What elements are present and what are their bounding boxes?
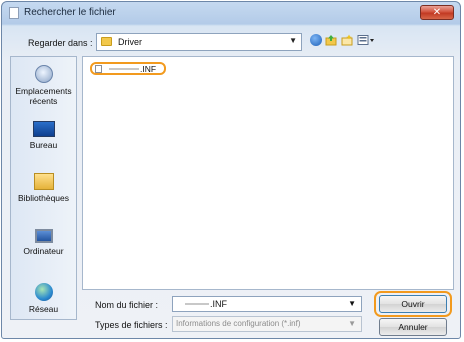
place-label: Bureau [29,140,58,150]
folder-icon [101,37,112,46]
chevron-down-icon[interactable]: ▼ [289,36,297,45]
place-recent[interactable]: Emplacements récents [11,65,76,106]
recent-places-icon [34,65,53,83]
desktop-icon [32,121,55,137]
place-libraries[interactable]: Bibliothèques [11,173,76,203]
file-name-redacted [109,68,139,70]
look-in-dropdown[interactable]: Driver ▼ [96,33,302,51]
window-title: Rechercher le fichier [24,7,116,18]
cancel-button[interactable]: Annuler [379,318,447,336]
file-item-inf[interactable]: .INF [90,62,166,75]
look-in-value: Driver [118,37,142,47]
filetype-value: Informations de configuration (*.inf) [176,319,301,328]
place-network[interactable]: Réseau [11,283,76,314]
look-in-label: Regarder dans : [28,38,93,48]
filetype-dropdown[interactable]: Informations de configuration (*.inf) ▼ [172,316,362,332]
place-label: Ordinateur [23,246,64,256]
place-label: Réseau [28,304,59,314]
document-icon [9,7,19,19]
filetype-label: Types de fichiers : [95,320,168,330]
place-desktop[interactable]: Bureau [11,121,76,150]
filename-input[interactable]: .INF ▼ [172,296,362,312]
filename-redacted [185,303,209,305]
new-folder-icon[interactable] [341,34,353,46]
inf-file-icon [95,65,102,73]
title-bar: Rechercher le fichier ✕ [2,2,460,24]
file-name-ext: .INF [140,64,157,74]
close-button[interactable]: ✕ [420,5,454,20]
network-icon [34,283,53,301]
filename-ext: .INF [210,299,227,309]
chevron-down-icon[interactable]: ▼ [348,299,356,308]
file-list[interactable]: .INF [82,56,454,290]
up-folder-icon[interactable] [325,34,337,46]
filename-label: Nom du fichier : [95,300,159,310]
computer-icon [34,229,53,243]
place-label: Bibliothèques [17,193,70,203]
back-icon[interactable] [310,34,322,46]
places-bar: Emplacements récents Bureau Bibliothèque… [10,56,77,320]
open-button[interactable]: Ouvrir [379,295,447,313]
libraries-icon [33,173,54,190]
place-computer[interactable]: Ordinateur [11,229,76,256]
view-menu-icon[interactable] [357,34,375,46]
chevron-down-icon[interactable]: ▼ [348,319,356,328]
place-label: Emplacements récents [15,86,72,106]
